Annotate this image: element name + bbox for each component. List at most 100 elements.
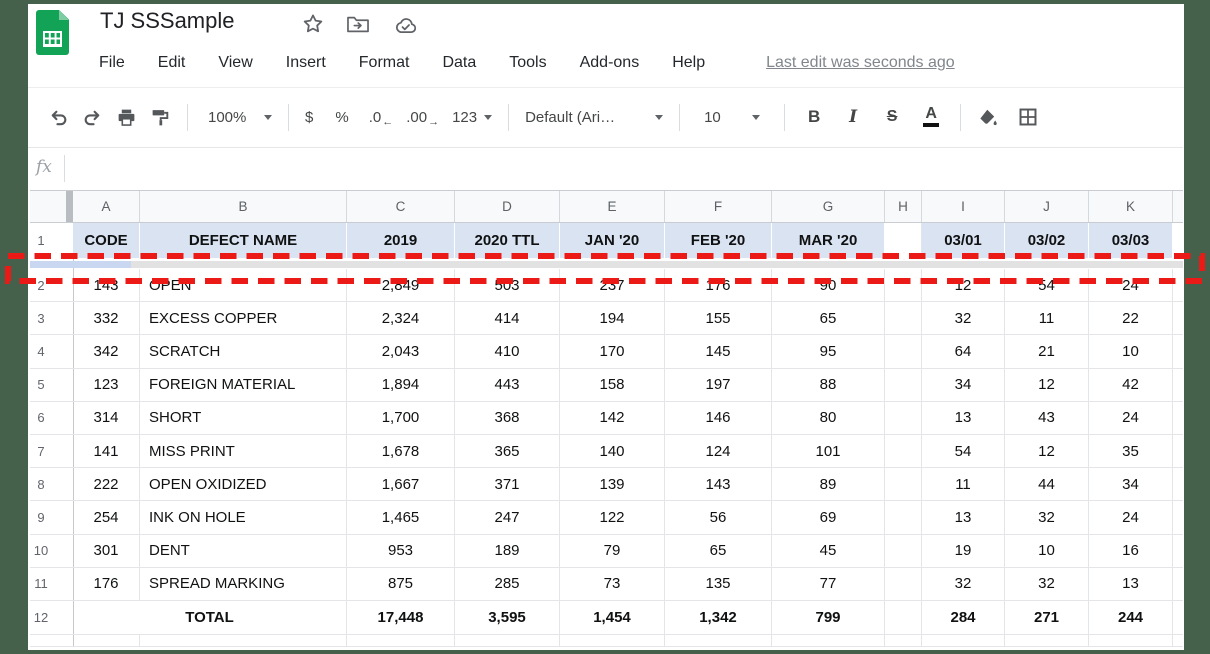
cell-K7[interactable]: 35	[1089, 435, 1173, 467]
cell-B6[interactable]: SHORT	[140, 402, 347, 434]
row-header-12[interactable]: 12	[30, 601, 52, 634]
cell-B13[interactable]	[140, 635, 347, 646]
row-header-2[interactable]: 2	[30, 269, 52, 301]
row-header-5[interactable]: 5	[30, 369, 52, 401]
column-header-E[interactable]: E	[560, 191, 665, 222]
column-header-B[interactable]: B	[140, 191, 347, 222]
column-header-G[interactable]: G	[772, 191, 885, 222]
cell-G5[interactable]: 88	[772, 369, 885, 401]
cell-D11[interactable]: 285	[455, 568, 560, 600]
column-header-K[interactable]: K	[1089, 191, 1173, 222]
cell-G2[interactable]: 90	[772, 269, 885, 301]
cell-K13[interactable]	[1089, 635, 1173, 646]
cell-K11[interactable]: 13	[1089, 568, 1173, 600]
row-header-3[interactable]: 3	[30, 302, 52, 334]
cell-B11[interactable]: SPREAD MARKING	[140, 568, 347, 600]
cell-A9[interactable]: 254	[73, 501, 140, 533]
cell-H7[interactable]	[885, 435, 922, 467]
cell-F9[interactable]: 56	[665, 501, 772, 533]
cell-F8[interactable]: 143	[665, 468, 772, 500]
cell-G13[interactable]	[772, 635, 885, 646]
cell-D10[interactable]: 189	[455, 535, 560, 567]
cell-E8[interactable]: 139	[560, 468, 665, 500]
cell-B2[interactable]: OPEN	[140, 269, 347, 301]
cell-E3[interactable]: 194	[560, 302, 665, 334]
cell-H6[interactable]	[885, 402, 922, 434]
cell-E9[interactable]: 122	[560, 501, 665, 533]
cell-C6[interactable]: 1,700	[347, 402, 455, 434]
cell-K8[interactable]: 34	[1089, 468, 1173, 500]
cell-K5[interactable]: 42	[1089, 369, 1173, 401]
cell-A13[interactable]	[73, 635, 140, 646]
cell-E11[interactable]: 73	[560, 568, 665, 600]
cell-I3[interactable]: 32	[922, 302, 1005, 334]
cell-H13[interactable]	[885, 635, 922, 646]
column-header-C[interactable]: C	[347, 191, 455, 222]
cell-F5[interactable]: 197	[665, 369, 772, 401]
column-header-H[interactable]: H	[885, 191, 922, 222]
cell-J9[interactable]: 32	[1005, 501, 1089, 533]
cell-J13[interactable]	[1005, 635, 1089, 646]
cell-H1[interactable]	[885, 223, 922, 258]
cell-A2[interactable]: 143	[73, 269, 140, 301]
cell-B5[interactable]: FOREIGN MATERIAL	[140, 369, 347, 401]
cell-J11[interactable]: 32	[1005, 568, 1089, 600]
cell-A8[interactable]: 222	[73, 468, 140, 500]
cell-E13[interactable]	[560, 635, 665, 646]
cell-F11[interactable]: 135	[665, 568, 772, 600]
cell-K12[interactable]: 244	[1089, 601, 1173, 634]
cell-E7[interactable]: 140	[560, 435, 665, 467]
cell-G4[interactable]: 95	[772, 335, 885, 367]
cell-I2[interactable]: 12	[922, 269, 1005, 301]
cell-B4[interactable]: SCRATCH	[140, 335, 347, 367]
row-header-9[interactable]: 9	[30, 501, 52, 533]
row-header-blank[interactable]	[30, 635, 52, 646]
column-header-F[interactable]: F	[665, 191, 772, 222]
cell-C8[interactable]: 1,667	[347, 468, 455, 500]
cell-I5[interactable]: 34	[922, 369, 1005, 401]
cell-B8[interactable]: OPEN OXIDIZED	[140, 468, 347, 500]
cell-H9[interactable]	[885, 501, 922, 533]
cell-G7[interactable]: 101	[772, 435, 885, 467]
cell-K4[interactable]: 10	[1089, 335, 1173, 367]
cell-H3[interactable]	[885, 302, 922, 334]
row-header-4[interactable]: 4	[30, 335, 52, 367]
cell-F12[interactable]: 1,342	[665, 601, 772, 634]
cell-I8[interactable]: 11	[922, 468, 1005, 500]
column-header-D[interactable]: D	[455, 191, 560, 222]
cell-C11[interactable]: 875	[347, 568, 455, 600]
cell-G3[interactable]: 65	[772, 302, 885, 334]
cell-K10[interactable]: 16	[1089, 535, 1173, 567]
cell-C10[interactable]: 953	[347, 535, 455, 567]
cell-A1[interactable]: CODE	[73, 223, 140, 258]
cell-G10[interactable]: 45	[772, 535, 885, 567]
cell-G8[interactable]: 89	[772, 468, 885, 500]
cell-A7[interactable]: 141	[73, 435, 140, 467]
cell-J4[interactable]: 21	[1005, 335, 1089, 367]
cell-G11[interactable]: 77	[772, 568, 885, 600]
cell-D8[interactable]: 371	[455, 468, 560, 500]
cell-A11[interactable]: 176	[73, 568, 140, 600]
cell-C3[interactable]: 2,324	[347, 302, 455, 334]
cell-D3[interactable]: 414	[455, 302, 560, 334]
cell-C9[interactable]: 1,465	[347, 501, 455, 533]
cell-G12[interactable]: 799	[772, 601, 885, 634]
cell-C2[interactable]: 2,849	[347, 269, 455, 301]
cell-D12[interactable]: 3,595	[455, 601, 560, 634]
cell-B1[interactable]: DEFECT NAME	[140, 223, 347, 258]
cell-K9[interactable]: 24	[1089, 501, 1173, 533]
cell-I6[interactable]: 13	[922, 402, 1005, 434]
cell-K1[interactable]: 03/03	[1089, 223, 1173, 258]
cell-F10[interactable]: 65	[665, 535, 772, 567]
cell-E2[interactable]: 237	[560, 269, 665, 301]
total-label[interactable]: TOTAL	[73, 601, 347, 634]
row-header-11[interactable]: 11	[30, 568, 52, 600]
cell-J2[interactable]: 54	[1005, 269, 1089, 301]
cell-C1[interactable]: 2019	[347, 223, 455, 258]
cell-F3[interactable]: 155	[665, 302, 772, 334]
cell-B7[interactable]: MISS PRINT	[140, 435, 347, 467]
cell-E12[interactable]: 1,454	[560, 601, 665, 634]
cell-I13[interactable]	[922, 635, 1005, 646]
cell-D4[interactable]: 410	[455, 335, 560, 367]
cell-A6[interactable]: 314	[73, 402, 140, 434]
